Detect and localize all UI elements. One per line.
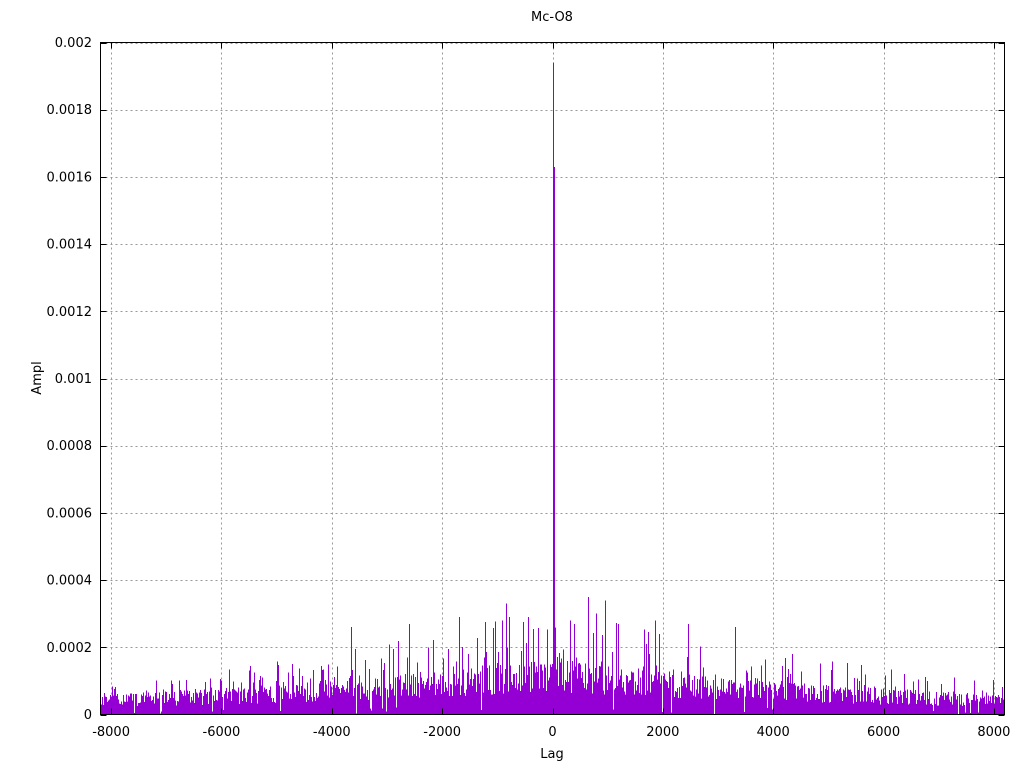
y-tick-label: 0.0004 — [47, 574, 93, 589]
x-tick-label: 8000 — [977, 725, 1010, 740]
x-axis-label: Lag — [540, 747, 563, 762]
y-tick-label: 0.0012 — [47, 305, 93, 320]
x-tick-label: -2000 — [423, 725, 461, 740]
grid-lines — [100, 42, 1005, 715]
x-tick-label: -6000 — [203, 725, 241, 740]
y-tick-label: 0.0018 — [47, 103, 93, 118]
y-tick-label: 0.0006 — [47, 506, 93, 521]
chart-canvas: -8000 -6000 -4000 -2000 0 2000 4000 6000 8000 0 0.… — [30, 10, 1010, 762]
x-tick-label: 4000 — [757, 725, 790, 740]
y-tick-label: 0.001 — [55, 372, 92, 387]
y-tick-label: 0.002 — [55, 36, 92, 51]
x-tick-label: 0 — [548, 725, 556, 740]
y-tick-label: 0.0002 — [47, 641, 93, 656]
y-tick-label: 0.0014 — [47, 238, 93, 253]
y-tick-label: 0.0008 — [47, 439, 93, 454]
y-tick-label: 0.0016 — [47, 170, 93, 185]
chart-title: Mc-O8 — [531, 10, 573, 25]
impulse-series — [100, 62, 1005, 715]
x-tick-label: -8000 — [92, 725, 130, 740]
y-axis-label: Ampl — [30, 361, 45, 394]
x-tick-label: 6000 — [867, 725, 900, 740]
x-tick-label: 2000 — [646, 725, 679, 740]
x-tick-label: -4000 — [313, 725, 351, 740]
correlation-plot-page: -8000 -6000 -4000 -2000 0 2000 4000 6000 8000 0 0.… — [0, 0, 1024, 768]
y-tick-label: 0 — [84, 708, 92, 723]
